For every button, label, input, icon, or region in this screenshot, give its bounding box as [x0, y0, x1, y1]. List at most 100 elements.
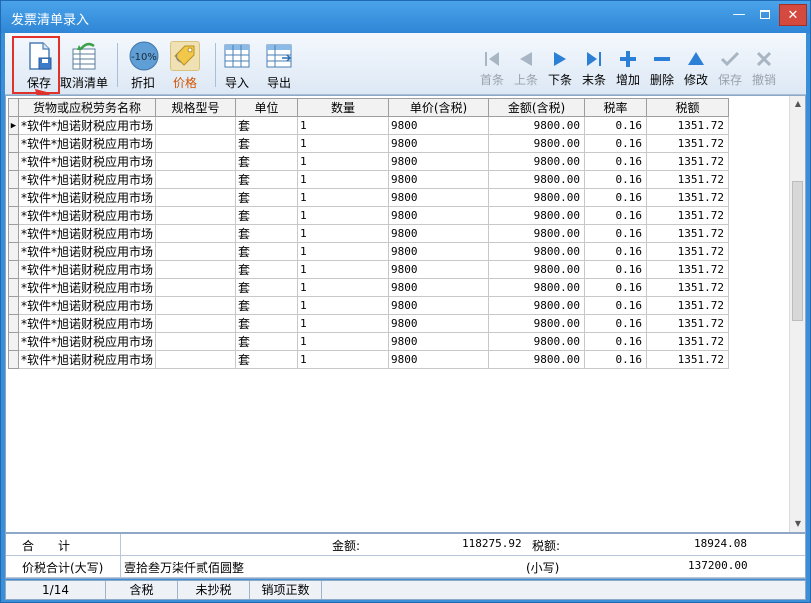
cell-item-name[interactable]: *软件*旭诺财税应用市场 — [17, 260, 157, 279]
cell-tax-rate[interactable]: 0.16 — [584, 314, 648, 333]
cell-unit[interactable]: 套 — [235, 314, 299, 333]
table-row[interactable]: *软件*旭诺财税应用市场 套 1 9800 9800.00 0.16 1351.72 — [8, 134, 730, 153]
cell-unit-price[interactable]: 9800 — [388, 116, 490, 135]
cell-amount[interactable]: 9800.00 — [488, 116, 586, 135]
cell-amount[interactable]: 9800.00 — [488, 224, 586, 243]
table-row[interactable]: *软件*旭诺财税应用市场 套 1 9800 9800.00 0.16 1351.72 — [8, 224, 730, 243]
cell-spec[interactable] — [155, 152, 237, 171]
cell-item-name[interactable]: *软件*旭诺财税应用市场 — [17, 116, 157, 135]
table-row[interactable]: *软件*旭诺财税应用市场 套 1 9800 9800.00 0.16 1351.72 — [8, 260, 730, 279]
cell-quantity[interactable]: 1 — [297, 296, 390, 315]
cell-unit[interactable]: 套 — [235, 278, 299, 297]
row-selector[interactable] — [8, 350, 19, 369]
cell-item-name[interactable]: *软件*旭诺财税应用市场 — [17, 332, 157, 351]
cell-spec[interactable] — [155, 170, 237, 189]
cell-tax[interactable]: 1351.72 — [646, 188, 730, 207]
column-header-unit[interactable]: 单位 — [235, 98, 299, 117]
cancel-list-button[interactable]: 取消清单 — [55, 39, 113, 91]
cell-item-name[interactable]: *软件*旭诺财税应用市场 — [17, 296, 157, 315]
cell-tax[interactable]: 1351.72 — [646, 278, 730, 297]
cell-tax-rate[interactable]: 0.16 — [584, 152, 648, 171]
row-selector[interactable] — [8, 242, 19, 261]
cell-unit-price[interactable]: 9800 — [388, 134, 490, 153]
cell-unit-price[interactable]: 9800 — [388, 314, 490, 333]
cell-quantity[interactable]: 1 — [297, 170, 390, 189]
cell-tax[interactable]: 1351.72 — [646, 152, 730, 171]
cell-spec[interactable] — [155, 224, 237, 243]
row-selector[interactable] — [8, 296, 19, 315]
cell-tax-rate[interactable]: 0.16 — [584, 170, 648, 189]
cell-tax-rate[interactable]: 0.16 — [584, 206, 648, 225]
cell-amount[interactable]: 9800.00 — [488, 206, 586, 225]
table-row[interactable]: *软件*旭诺财税应用市场 套 1 9800 9800.00 0.16 1351.72 — [8, 152, 730, 171]
cell-unit[interactable]: 套 — [235, 224, 299, 243]
cell-spec[interactable] — [155, 116, 237, 135]
cell-item-name[interactable]: *软件*旭诺财税应用市场 — [17, 152, 157, 171]
price-button[interactable]: 价格 — [159, 39, 211, 91]
close-button[interactable]: ✕ — [779, 4, 807, 26]
cell-unit-price[interactable]: 9800 — [388, 278, 490, 297]
cell-quantity[interactable]: 1 — [297, 188, 390, 207]
table-row[interactable]: *软件*旭诺财税应用市场 套 1 9800 9800.00 0.16 1351.72 — [8, 332, 730, 351]
cell-tax[interactable]: 1351.72 — [646, 242, 730, 261]
column-header-qty[interactable]: 数量 — [297, 98, 390, 117]
cell-tax[interactable]: 1351.72 — [646, 116, 730, 135]
cell-amount[interactable]: 9800.00 — [488, 260, 586, 279]
cell-tax-rate[interactable]: 0.16 — [584, 224, 648, 243]
cell-unit[interactable]: 套 — [235, 170, 299, 189]
table-row[interactable]: *软件*旭诺财税应用市场 套 1 9800 9800.00 0.16 1351.72 — [8, 296, 730, 315]
cell-tax-rate[interactable]: 0.16 — [584, 188, 648, 207]
cell-unit-price[interactable]: 9800 — [388, 350, 490, 369]
cell-tax[interactable]: 1351.72 — [646, 134, 730, 153]
cell-tax-rate[interactable]: 0.16 — [584, 350, 648, 369]
column-header-tax[interactable]: 税额 — [646, 98, 730, 117]
column-header-name[interactable]: 货物或应税劳务名称 — [17, 98, 157, 117]
cell-quantity[interactable]: 1 — [297, 152, 390, 171]
first-record-button[interactable]: 首条 — [475, 49, 509, 91]
cell-quantity[interactable]: 1 — [297, 206, 390, 225]
cell-unit[interactable]: 套 — [235, 260, 299, 279]
cell-unit[interactable]: 套 — [235, 206, 299, 225]
cell-tax-rate[interactable]: 0.16 — [584, 116, 648, 135]
cell-unit[interactable]: 套 — [235, 332, 299, 351]
edit-row-button[interactable]: 修改 — [679, 49, 713, 91]
cell-tax[interactable]: 1351.72 — [646, 206, 730, 225]
cell-unit[interactable]: 套 — [235, 152, 299, 171]
cell-unit[interactable]: 套 — [235, 188, 299, 207]
cell-unit-price[interactable]: 9800 — [388, 296, 490, 315]
cell-quantity[interactable]: 1 — [297, 278, 390, 297]
cell-unit[interactable]: 套 — [235, 134, 299, 153]
cell-tax-rate[interactable]: 0.16 — [584, 296, 648, 315]
cell-tax-rate[interactable]: 0.16 — [584, 242, 648, 261]
cell-tax[interactable]: 1351.72 — [646, 224, 730, 243]
cell-item-name[interactable]: *软件*旭诺财税应用市场 — [17, 188, 157, 207]
cell-item-name[interactable]: *软件*旭诺财税应用市场 — [17, 314, 157, 333]
cell-item-name[interactable]: *软件*旭诺财税应用市场 — [17, 170, 157, 189]
cell-amount[interactable]: 9800.00 — [488, 350, 586, 369]
cell-unit-price[interactable]: 9800 — [388, 152, 490, 171]
table-row[interactable]: *软件*旭诺财税应用市场 套 1 9800 9800.00 0.16 1351.72 — [8, 242, 730, 261]
cell-amount[interactable]: 9800.00 — [488, 332, 586, 351]
scroll-up-icon[interactable]: ▲ — [790, 96, 806, 112]
row-selector[interactable]: ▶ — [8, 116, 19, 135]
cell-unit[interactable]: 套 — [235, 116, 299, 135]
undo-button[interactable]: 撤销 — [747, 49, 781, 91]
cell-spec[interactable] — [155, 314, 237, 333]
cell-quantity[interactable]: 1 — [297, 134, 390, 153]
cell-tax-rate[interactable]: 0.16 — [584, 278, 648, 297]
column-header-amount[interactable]: 金额(含税) — [488, 98, 586, 117]
cell-spec[interactable] — [155, 206, 237, 225]
cell-item-name[interactable]: *软件*旭诺财税应用市场 — [17, 278, 157, 297]
cell-spec[interactable] — [155, 350, 237, 369]
cell-spec[interactable] — [155, 332, 237, 351]
cell-quantity[interactable]: 1 — [297, 350, 390, 369]
cell-unit-price[interactable]: 9800 — [388, 260, 490, 279]
column-header-spec[interactable]: 规格型号 — [155, 98, 237, 117]
cell-tax[interactable]: 1351.72 — [646, 314, 730, 333]
cell-amount[interactable]: 9800.00 — [488, 296, 586, 315]
cell-unit-price[interactable]: 9800 — [388, 242, 490, 261]
delete-row-button[interactable]: 删除 — [645, 49, 679, 91]
cell-quantity[interactable]: 1 — [297, 332, 390, 351]
table-row[interactable]: *软件*旭诺财税应用市场 套 1 9800 9800.00 0.16 1351.72 — [8, 278, 730, 297]
row-selector[interactable] — [8, 170, 19, 189]
